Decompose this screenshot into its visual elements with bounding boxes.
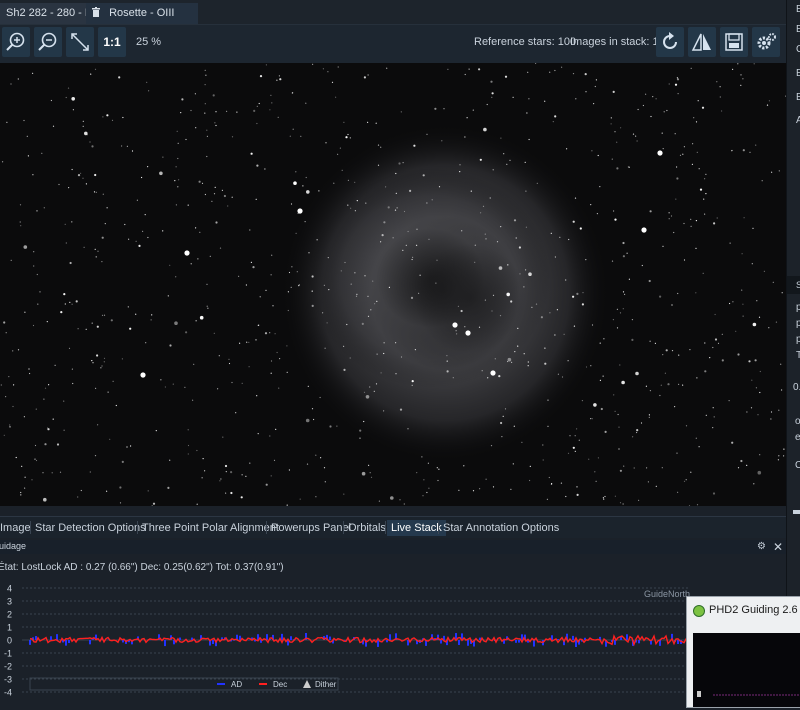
refresh-icon [663, 32, 677, 49]
panel-letter: p [796, 334, 800, 345]
zoom-in-button[interactable] [2, 27, 30, 57]
panel-letter: T [796, 350, 800, 361]
images-in-stack-count: Images in stack: 11 [570, 36, 664, 48]
tab-sh2-ha[interactable]: Sh2 282 - 280 - Ha [0, 3, 99, 24]
tab-three-point-polar-alignment[interactable]: Three Point Polar Alignment [142, 520, 279, 536]
flip-icon [691, 33, 711, 51]
guiding-status: État: LostLock AD : 0.27 (0.66") Dec: 0.… [0, 562, 284, 573]
panel-letter: p [796, 302, 800, 313]
phd2-window-title: PHD2 Guiding 2.6 [709, 604, 798, 616]
document-tab-bar: Sh2 282 - 280 - Ha Rosette - OIII [0, 0, 786, 24]
phd2-window[interactable]: PHD2 Guiding 2.6 [686, 596, 800, 708]
settings-icon [757, 33, 776, 50]
y-tick-label: 1 [7, 623, 12, 633]
tab-star-detection-options[interactable]: Star Detection Options [35, 520, 146, 536]
tab-divider [266, 521, 267, 534]
zoom-out-icon [38, 32, 57, 51]
tab-rosette-oiii[interactable]: Rosette - OIII [86, 3, 198, 24]
guiding-settings-icon[interactable]: ⚙ [757, 541, 766, 552]
panel-letter: S [796, 280, 800, 290]
flip-button[interactable] [688, 27, 716, 57]
reference-stars-count: Reference stars: 100 [474, 36, 577, 48]
y-tick-label: -4 [4, 688, 12, 698]
tab-image[interactable]: Image [0, 520, 31, 536]
panel-letter: E [796, 4, 800, 15]
panel-letter: C [796, 44, 800, 55]
panel-letter: E [796, 24, 800, 35]
panel-letter: e [795, 432, 800, 443]
guiding-panel-title: Guidage [0, 541, 27, 551]
one-to-one-label: 1:1 [103, 35, 121, 49]
settings-button[interactable] [752, 27, 780, 57]
y-tick-label: 2 [7, 610, 12, 620]
image-toolbar: 1:1 25 % Reference stars: 100 Images in … [0, 24, 786, 63]
tab-label: Rosette - OIII [109, 7, 175, 19]
image-viewer[interactable] [0, 63, 786, 506]
tab-divider [438, 521, 439, 534]
one-to-one-button[interactable]: 1:1 [98, 27, 126, 57]
tab-divider [137, 521, 138, 534]
legend-label: Dither [315, 680, 337, 689]
save-icon [725, 33, 743, 51]
y-tick-label: -3 [4, 675, 12, 685]
y-tick-label: 4 [7, 584, 12, 594]
panel-letter: 0. [793, 382, 800, 393]
tab-divider [385, 521, 386, 534]
fit-to-screen-button[interactable] [66, 27, 94, 57]
guiding-chart: 4 3 2 1 0 -1 -2 -3 -4 GuideNorth AD Dec Dither [0, 582, 690, 706]
y-tick-label: 0 [7, 636, 12, 646]
zoom-out-button[interactable] [34, 27, 62, 57]
y-tick-label: -2 [4, 662, 12, 672]
tab-divider [343, 521, 344, 534]
y-tick-label: 3 [7, 597, 12, 607]
legend-label: Dec [273, 680, 287, 689]
save-button[interactable] [720, 27, 748, 57]
panel-letter: o [795, 416, 800, 427]
phd2-app-icon [693, 605, 705, 617]
guide-north-label: GuideNorth [644, 589, 690, 599]
tab-star-annotation-options[interactable]: Star Annotation Options [443, 520, 559, 536]
panel-letter: A [796, 115, 800, 126]
tab-orbitals[interactable]: Orbitals [348, 520, 386, 536]
close-icon[interactable]: ✕ [773, 540, 783, 554]
panel-letter: E [796, 68, 800, 79]
refresh-button[interactable] [656, 27, 684, 57]
panel-scroll-handle[interactable] [793, 510, 800, 514]
guiding-panel-header: Guidage ⚙ ✕ [0, 540, 786, 554]
panel-letter: p [796, 318, 800, 329]
trash-icon[interactable] [92, 7, 100, 17]
y-tick-label: -1 [4, 649, 12, 659]
tab-live-stack[interactable]: Live Stack [387, 520, 446, 536]
zoom-in-icon [6, 32, 25, 51]
zoom-level: 25 % [136, 36, 162, 48]
tab-divider [30, 521, 31, 534]
fit-to-screen-icon [71, 33, 89, 51]
panel-letter: C [795, 460, 800, 471]
tab-label: Sh2 282 - 280 - Ha [6, 7, 99, 19]
phd2-graph [693, 633, 800, 707]
panel-letter: E [796, 92, 800, 103]
legend-label: AD [231, 680, 242, 689]
panel-tab-bar: Image Star Detection Options Three Point… [0, 516, 786, 538]
nebula-image [0, 63, 786, 506]
tab-powerups-panel[interactable]: Powerups Panel [271, 520, 351, 536]
